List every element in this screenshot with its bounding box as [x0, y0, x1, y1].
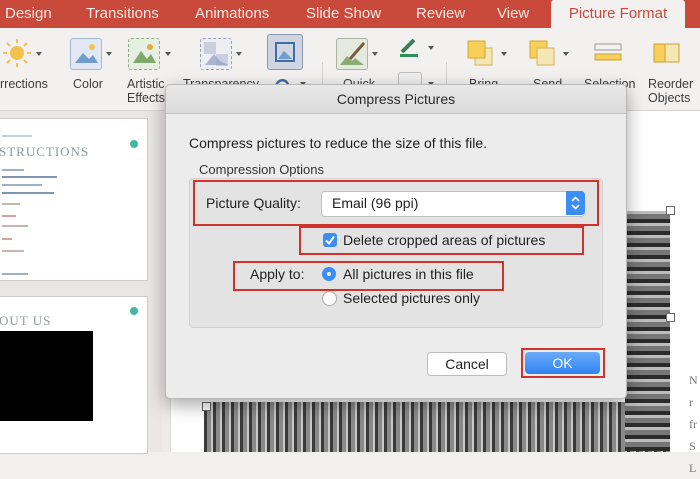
- picture-quality-select[interactable]: Email (96 ppi): [321, 191, 585, 217]
- delete-cropped-checkbox[interactable]: [323, 233, 337, 247]
- cancel-button[interactable]: Cancel: [427, 352, 507, 376]
- chevron-down-icon[interactable]: [501, 52, 507, 56]
- radio-selected-pictures[interactable]: [322, 291, 337, 306]
- corrections-sun-icon[interactable]: [2, 38, 32, 68]
- transparency-icon[interactable]: [200, 38, 232, 70]
- quick-styles-brush-icon[interactable]: [336, 38, 368, 70]
- slide-text-line: [2, 203, 20, 205]
- resize-handle[interactable]: [202, 402, 211, 411]
- tab-picture-format[interactable]: Picture Format: [551, 0, 685, 28]
- slide-status-dot: [130, 140, 138, 148]
- slide-text-line: [2, 169, 24, 171]
- send-backward-icon[interactable]: [527, 38, 557, 68]
- tab-animations[interactable]: Animations: [195, 0, 269, 28]
- slide-text-line: [2, 238, 12, 240]
- slide-text-line: [2, 273, 28, 275]
- color-picture-icon[interactable]: [70, 38, 102, 70]
- chevron-down-icon[interactable]: [428, 46, 434, 50]
- slide-text-line: [2, 215, 16, 217]
- tab-view[interactable]: View: [497, 0, 529, 28]
- slide-text-line: [2, 192, 54, 194]
- chevron-down-icon[interactable]: [106, 52, 112, 56]
- tab-design[interactable]: Design: [5, 0, 52, 28]
- compress-pictures-dialog: Compress Pictures Compress pictures to r…: [165, 84, 627, 399]
- slide-thumbnail-1[interactable]: STRUCTIONS: [0, 118, 148, 281]
- resize-handle[interactable]: [666, 313, 675, 322]
- dialog-description: Compress pictures to reduce the size of …: [189, 135, 488, 151]
- bring-forward-icon[interactable]: [465, 38, 495, 68]
- slide-text-line: [2, 176, 57, 178]
- picture-quality-label: Picture Quality:: [206, 195, 301, 211]
- tab-review[interactable]: Review: [416, 0, 465, 28]
- reorder-objects-label: Reorder Objects: [648, 77, 694, 105]
- reorder-objects-icon[interactable]: [652, 38, 682, 68]
- apply-to-label: Apply to:: [250, 266, 305, 282]
- slide-thumbnail-2[interactable]: OUT US: [0, 296, 148, 454]
- picture-quality-value: Email (96 ppi): [332, 195, 419, 211]
- artistic-effects-label: Artistic Effects: [127, 77, 165, 105]
- slide-1-title: STRUCTIONS: [0, 144, 90, 159]
- chevron-down-icon[interactable]: [165, 52, 171, 56]
- ok-button[interactable]: OK: [525, 352, 600, 374]
- tab-transitions[interactable]: Transitions: [86, 0, 159, 28]
- dialog-title: Compress Pictures: [166, 85, 626, 114]
- radio-selected-pictures-label[interactable]: Selected pictures only: [343, 290, 480, 306]
- slide-2-title: OUT US: [0, 313, 52, 328]
- slide-status-dot: [130, 307, 138, 315]
- chevron-down-icon[interactable]: [36, 52, 42, 56]
- slide-photo-right[interactable]: [625, 211, 670, 451]
- slide-side-text: Nr fr S L: [689, 373, 698, 475]
- slide-thumbnails-pane: STRUCTIONS OUT US: [0, 111, 162, 454]
- radio-all-pictures-label[interactable]: All pictures in this file: [343, 266, 474, 282]
- slide-image-placeholder: [0, 331, 93, 421]
- artistic-effects-icon[interactable]: [128, 38, 160, 70]
- corrections-label: rrections: [0, 77, 48, 91]
- chevron-down-icon[interactable]: [236, 52, 242, 56]
- ribbon-tab-bar: Design Transitions Animations Slide Show…: [0, 0, 700, 28]
- slide-text-line: [2, 250, 24, 252]
- slide-photo-bottom[interactable]: [204, 402, 670, 452]
- selection-pane-icon[interactable]: [593, 38, 623, 68]
- resize-handle[interactable]: [666, 206, 675, 215]
- crop-icon[interactable]: [267, 34, 303, 70]
- radio-all-pictures[interactable]: [322, 267, 336, 281]
- select-stepper-icon[interactable]: [566, 191, 585, 215]
- picture-border-pen-icon[interactable]: [398, 36, 420, 58]
- tab-slide-show[interactable]: Slide Show: [306, 0, 381, 28]
- chevron-down-icon[interactable]: [563, 52, 569, 56]
- slide-text-line: [2, 184, 42, 186]
- slide-text-line: [2, 135, 32, 137]
- compression-options-label: Compression Options: [199, 162, 324, 177]
- slide-text-line: [2, 225, 28, 227]
- chevron-down-icon[interactable]: [372, 52, 378, 56]
- color-label: Color: [73, 77, 103, 91]
- delete-cropped-label[interactable]: Delete cropped areas of pictures: [343, 232, 545, 248]
